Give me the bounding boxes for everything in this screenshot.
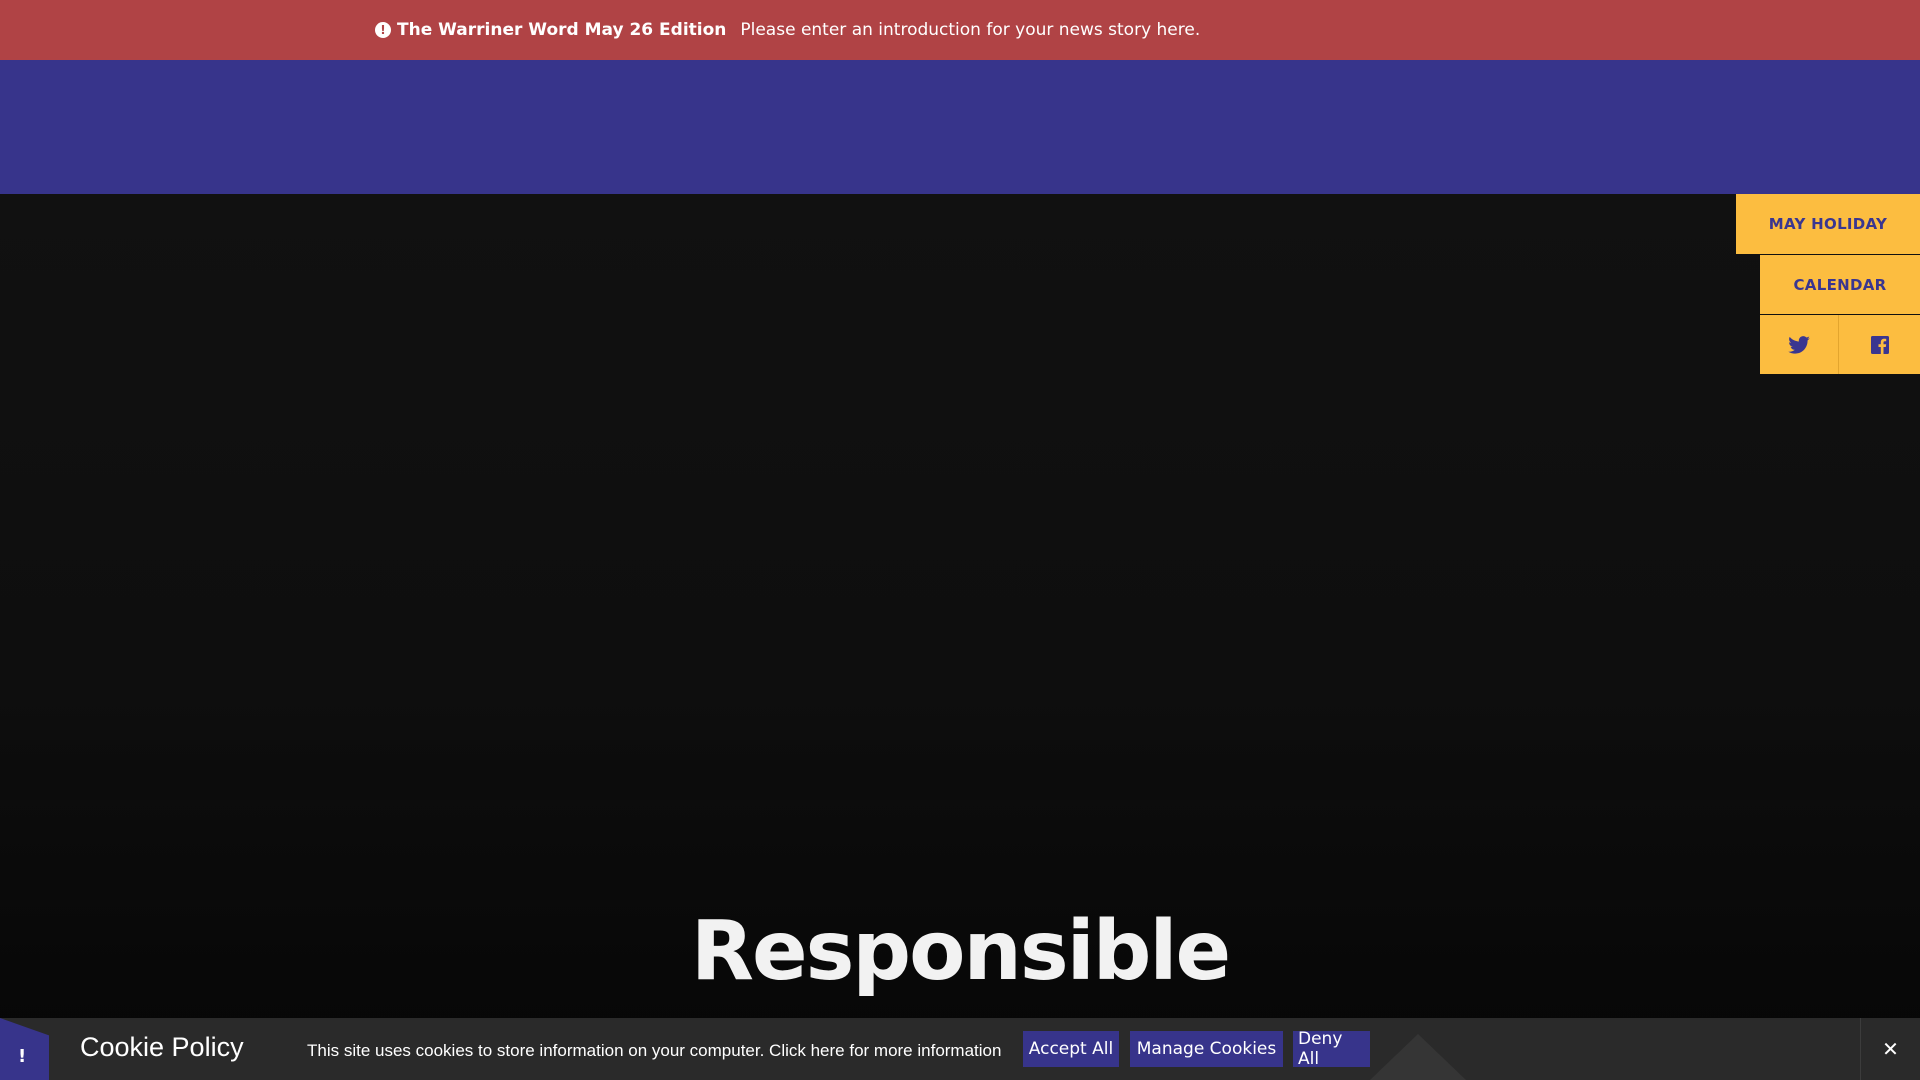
cookie-info-link[interactable]: This site uses cookies to store informat… [307,1041,1001,1061]
accept-all-button[interactable]: Accept All [1023,1031,1119,1067]
alert-title[interactable]: The Warriner Word May 26 Edition [397,20,726,40]
hero-section: Responsible [0,194,1920,1080]
manage-cookies-button[interactable]: Manage Cookies [1130,1031,1283,1067]
twitter-link[interactable] [1760,315,1839,374]
facebook-link[interactable] [1839,315,1920,374]
twitter-icon [1788,335,1810,354]
deny-all-button[interactable]: Deny All [1293,1029,1370,1069]
site-header [0,60,1920,194]
close-icon[interactable]: ✕ [1860,1018,1920,1080]
cookie-decoration [1370,1034,1466,1080]
cookie-policy-bar: ! Cookie Policy This site uses cookies t… [0,1018,1920,1080]
calendar-button[interactable]: CALENDAR [1760,255,1920,314]
hero-heading: Responsible [690,904,1231,999]
news-alert-bar[interactable]: ! The Warriner Word May 26 Edition Pleas… [0,0,1920,60]
may-holiday-button[interactable]: MAY HOLIDAY [1736,194,1920,254]
alert-text: Please enter an introduction for your ne… [740,20,1201,40]
cookie-title: Cookie Policy [80,1032,244,1062]
facebook-icon [1870,335,1889,354]
exclamation-circle-icon: ! [375,22,391,38]
exclamation-icon: ! [18,1046,27,1067]
